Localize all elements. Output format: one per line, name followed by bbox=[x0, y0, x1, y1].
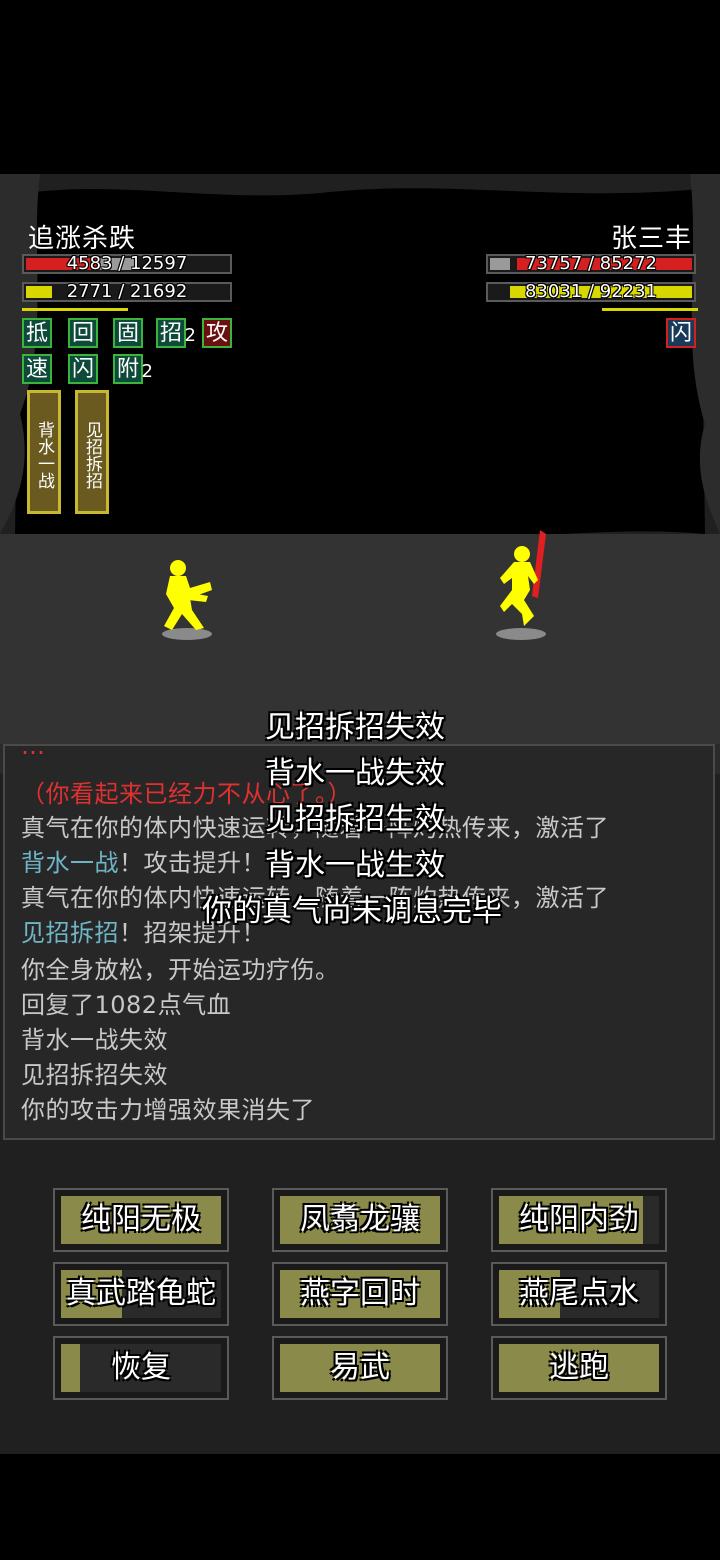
buff-icon[interactable]: 固 bbox=[113, 318, 143, 348]
floating-text: 背水一战生效 bbox=[265, 848, 445, 883]
buff-icon[interactable]: 招2 bbox=[156, 318, 196, 348]
player-mp-bar: 2771 / 21692 bbox=[22, 282, 232, 302]
skill-button-chunyang-wuji[interactable]: 纯阳无极 bbox=[53, 1188, 229, 1252]
log-line: 回复了1082点气血 bbox=[21, 991, 232, 1019]
log-line: 背水一战失效 bbox=[21, 1026, 168, 1054]
enemy-energy-line bbox=[602, 308, 698, 311]
buff-icon[interactable]: 回 bbox=[68, 318, 98, 348]
floating-text: 见招拆招生效 bbox=[265, 802, 445, 837]
log-line: 见招拆招失效 bbox=[21, 1061, 168, 1089]
skill-button-zhenwu-taguishe[interactable]: 真武踏龟蛇 bbox=[53, 1262, 229, 1326]
player-figure[interactable] bbox=[156, 558, 220, 634]
enemy-buff-icon[interactable]: 闪 bbox=[666, 318, 696, 348]
log-line-clipped: … bbox=[21, 744, 46, 760]
floating-text: 你的真气尚未调息完毕 bbox=[202, 894, 502, 929]
buff-icon[interactable]: 闪 bbox=[68, 354, 98, 384]
enemy-hp-text: 73757 / 85272 bbox=[524, 253, 658, 274]
skill-scroll-jianzhao[interactable]: 见招拆招 bbox=[75, 390, 109, 514]
floating-text: 见招拆招失效 bbox=[265, 710, 445, 745]
enemy-hp-bar: 73757 / 85272 bbox=[486, 254, 696, 274]
flee-button[interactable]: 逃跑 bbox=[491, 1336, 667, 1400]
log-line: 背水一战！攻击提升！ bbox=[21, 849, 266, 877]
skill-button-fengzhu-longxiang[interactable]: 凤翥龙骧 bbox=[272, 1188, 448, 1252]
player-hp-text: 4583 / 12597 bbox=[66, 253, 188, 274]
enemy-mp-bar: 83031 / 92231 bbox=[486, 282, 696, 302]
switch-weapon-button[interactable]: 易武 bbox=[272, 1336, 448, 1400]
floating-text: 背水一战失效 bbox=[265, 756, 445, 791]
enemy-name: 张三丰 bbox=[610, 224, 692, 254]
skill-button-yanwei-dianshui[interactable]: 燕尾点水 bbox=[491, 1262, 667, 1326]
battle-screen: 追涨杀跌 4583 / 12597 2771 / 21692 抵 回 固 招2 … bbox=[0, 174, 720, 1454]
player-hp-bar: 4583 / 12597 bbox=[22, 254, 232, 274]
buff-icon[interactable]: 速 bbox=[22, 354, 52, 384]
buff-icon[interactable]: 抵 bbox=[22, 318, 52, 348]
skill-button-yanzi-huishi[interactable]: 燕字回时 bbox=[272, 1262, 448, 1326]
player-energy-line bbox=[22, 308, 128, 311]
log-line: 你的攻击力增强效果消失了 bbox=[21, 1096, 315, 1124]
enemy-figure[interactable] bbox=[494, 528, 554, 636]
buff-icon[interactable]: 攻 bbox=[202, 318, 232, 348]
player-mp-text: 2771 / 21692 bbox=[66, 281, 188, 302]
skill-scroll-beishui[interactable]: 背水一战 bbox=[27, 390, 61, 514]
recover-button[interactable]: 恢复 bbox=[53, 1336, 229, 1400]
skill-button-chunyang-neijin[interactable]: 纯阳内劲 bbox=[491, 1188, 667, 1252]
player-name: 追涨杀跌 bbox=[28, 224, 137, 254]
log-line: 你全身放松，开始运功疗伤。 bbox=[21, 956, 340, 984]
buff-icon[interactable]: 附2 bbox=[113, 354, 153, 384]
enemy-mp-text: 83031 / 92231 bbox=[524, 281, 658, 302]
